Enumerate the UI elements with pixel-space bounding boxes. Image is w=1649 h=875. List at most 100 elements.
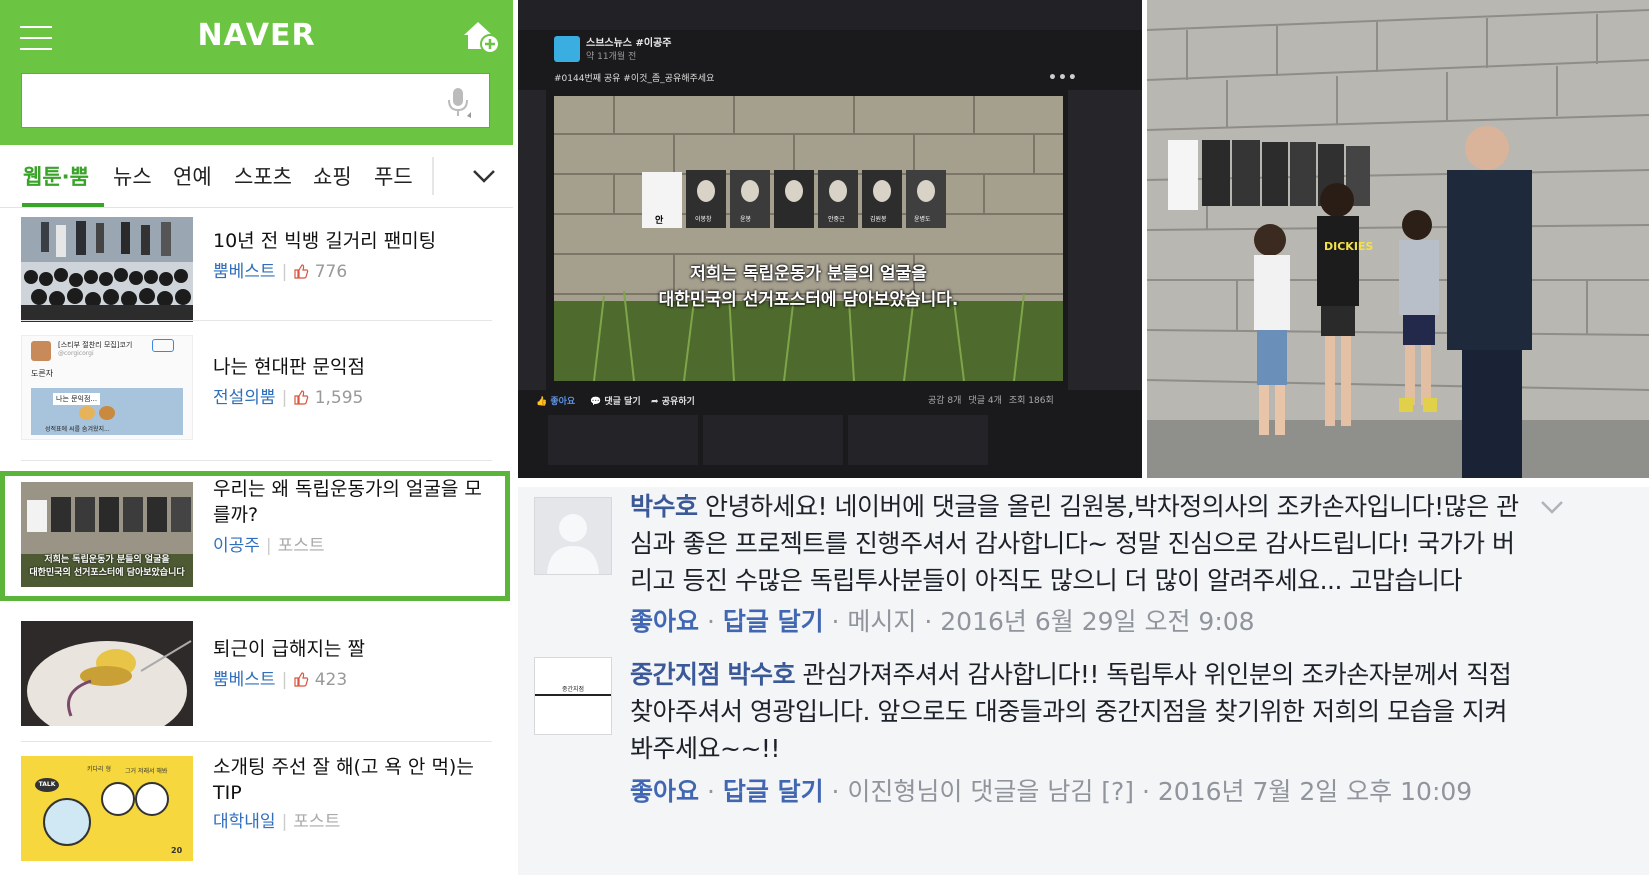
thumb-name: 도른자: [31, 369, 54, 378]
street-photo-panel: DICKIES: [1147, 0, 1649, 478]
feed-item-type: 포스트: [293, 812, 341, 832]
background-blur: [548, 415, 698, 465]
like-count: 776: [314, 262, 348, 282]
tab-sports[interactable]: 스포츠: [234, 161, 292, 191]
tab-food[interactable]: 푸드: [374, 161, 413, 191]
comment-text: 찾아주셔서 영광입니다. 앞으로도 대중들과의 중간지점을 찾기위한 저희의 모…: [630, 697, 1508, 726]
comment-count[interactable]: 댓글 4개: [968, 396, 1001, 406]
like-count: 423: [314, 670, 348, 690]
comment-text: 봐주세요~~!!: [630, 734, 780, 763]
feed-thumbnail: [스티부 절찬리 모집]코기 @corgicorgi 도른자 나는 문익점...…: [21, 335, 193, 440]
poster-name: 윤병도: [914, 216, 931, 223]
thumbs-up-icon: [294, 390, 309, 405]
page-avatar[interactable]: [554, 36, 580, 62]
avatar[interactable]: 중간지점: [534, 657, 612, 735]
thumb-image: 나는 문익점... 성적표에 씨를 숨겨왔지...: [31, 388, 183, 435]
background-blur: [1068, 90, 1142, 390]
feed-thumbnail: [21, 217, 193, 322]
like-count: 1,595: [314, 388, 364, 408]
feed-item-source[interactable]: 전설의뿜: [213, 388, 276, 408]
naver-logo[interactable]: NAVER: [0, 18, 513, 53]
character-head: [101, 782, 135, 816]
divider: [21, 320, 492, 321]
comment-date[interactable]: 2016년 7월 2일 오후 10:09: [1158, 777, 1472, 806]
stone-wall-video-frame: [554, 96, 1063, 381]
chevron-down-icon[interactable]: [1538, 497, 1566, 517]
comment-text: 리고 등진 수많은 독립투사분들이 아직도 많으니 더 많이 알려주세요... …: [630, 566, 1462, 595]
chevron-down-icon[interactable]: [470, 163, 498, 189]
divider: [21, 460, 492, 461]
feed-item-title[interactable]: 10년 전 빅뱅 길거리 팬미팅: [213, 228, 493, 254]
divider: [21, 741, 492, 742]
tab-divider: [432, 157, 434, 195]
naver-header: NAVER: [0, 0, 513, 145]
feed-item-source[interactable]: 뿜베스트: [213, 262, 276, 282]
feed-item-title[interactable]: 소개팅 주선 잘 해(고 욕 안 먹)는 TIP: [213, 754, 493, 806]
feed-item-title[interactable]: 퇴근이 급해지는 짤: [213, 636, 493, 662]
more-dots-icon[interactable]: •••: [1048, 70, 1078, 86]
home-add-icon[interactable]: [461, 18, 499, 54]
comment-button[interactable]: 💬 댓글 달기: [590, 394, 641, 407]
video-player[interactable]: 안 이봉창 윤봉 안중근 김원봉 윤병도 저희는 독립운동가 분들의 얼굴을 대…: [554, 96, 1063, 381]
post-hashtags[interactable]: #0144번째 공유 #이것_좀_공유해주세요: [554, 71, 714, 84]
poster-name: 안중근: [828, 216, 845, 223]
search-input[interactable]: [21, 73, 490, 128]
microphone-icon[interactable]: [445, 86, 471, 118]
view-count: 조회 186회: [1008, 396, 1054, 406]
comment-author[interactable]: 박수호: [630, 492, 698, 521]
reaction-count[interactable]: 공감 8개: [928, 396, 961, 406]
feed-item-source[interactable]: 대학내일: [213, 812, 276, 832]
video-subtitle: 대한민국의 선거포스터에 담아보았습니다.: [658, 290, 959, 310]
like-link[interactable]: 좋아요: [630, 777, 699, 806]
follow-icon: [152, 339, 174, 352]
page-name[interactable]: 스브스뉴스 #이공주: [586, 34, 671, 49]
active-tab-underline: [22, 203, 104, 207]
comment-actions: 좋아요 · 답글 달기 · 이진형님이 댓글을 남김 [?] · 2016년 7…: [630, 777, 1473, 806]
reply-link[interactable]: 답글 달기: [723, 777, 824, 806]
feed-item-meta: 대학내일 | 포스트: [213, 812, 341, 832]
poster-name: 윤봉: [740, 216, 752, 223]
poster-name: 이봉창: [695, 216, 712, 223]
thumbs-up-icon: [294, 264, 309, 279]
feed-thumbnail: TALK 키다리 형 그거 저래서 해봐 20: [21, 756, 193, 861]
reply-notice: 이진형님이 댓글을 남김: [847, 777, 1094, 806]
post-stats: 공감 8개 댓글 4개 조회 186회: [928, 393, 1061, 406]
help-link[interactable]: [?]: [1101, 777, 1134, 806]
feed-item-source[interactable]: 뿜베스트: [213, 670, 276, 690]
tab-shopping[interactable]: 쇼핑: [313, 161, 352, 191]
like-button[interactable]: 👍 좋아요: [536, 394, 575, 407]
message-link[interactable]: 메시지: [847, 607, 916, 636]
tab-entertainment[interactable]: 연예: [173, 161, 212, 191]
share-button[interactable]: ➦ 공유하기: [651, 394, 695, 407]
feed-item[interactable]: TALK 키다리 형 그거 저래서 해봐 20 소개팅 주선 잘 해(고 욕 안…: [0, 748, 513, 875]
video-post-panel: 스브스뉴스 #이공주 약 11개월 전 #0144번째 공유 #이것_좀_공유해…: [518, 0, 1142, 478]
like-link[interactable]: 좋아요: [630, 607, 699, 636]
video-subtitle: 저희는 독립운동가 분들의 얼굴을: [690, 264, 927, 284]
naver-mobile-panel: NAVER 웹툰·뿜 뉴스 연예 스포츠 쇼핑 푸드 10년 전 빅뱅 길거리 …: [0, 0, 513, 875]
feed-item[interactable]: 10년 전 빅뱅 길거리 팬미팅 뿜베스트 | 776: [0, 208, 513, 338]
avatar[interactable]: [534, 497, 612, 575]
highlight-frame: [0, 471, 510, 601]
crystal-ball: [43, 798, 91, 846]
feed-item[interactable]: [스티부 절찬리 모집]코기 @corgicorgi 도른자 나는 문익점...…: [0, 330, 513, 460]
mention-link[interactable]: 박수호: [727, 660, 795, 689]
corgi-avatar: [31, 341, 51, 361]
comment-text: 중간지점 박수호 관심가져주셔서 감사합니다!! 독립투사 위인분의 조카손자분…: [630, 660, 1512, 689]
poster-name: 김원봉: [870, 216, 887, 223]
background-blur: [518, 90, 546, 390]
feed-item[interactable]: 퇴근이 급해지는 짤 뿜베스트 | 423: [0, 616, 513, 746]
tab-webtoon[interactable]: 웹툰·뿜: [23, 161, 89, 191]
talk-bubble: TALK: [35, 778, 59, 792]
feed-item-title[interactable]: 나는 현대판 문익점: [213, 354, 493, 380]
feed-thumbnail: [21, 621, 193, 726]
background-blur: [703, 415, 843, 465]
comment-date[interactable]: 2016년 6월 29일 오전 9:08: [940, 607, 1254, 636]
tab-news[interactable]: 뉴스: [113, 161, 152, 191]
poster-name: 안: [655, 216, 664, 226]
comment-author[interactable]: 중간지점: [630, 660, 721, 689]
post-time[interactable]: 약 11개월 전: [586, 49, 636, 62]
category-tabs: 웹툰·뿜 뉴스 연예 스포츠 쇼핑 푸드: [0, 145, 513, 208]
feed-item-meta: 뿜베스트 | 776: [213, 262, 348, 282]
shirt-text: DICKIES: [1324, 240, 1374, 253]
reply-link[interactable]: 답글 달기: [723, 607, 824, 636]
